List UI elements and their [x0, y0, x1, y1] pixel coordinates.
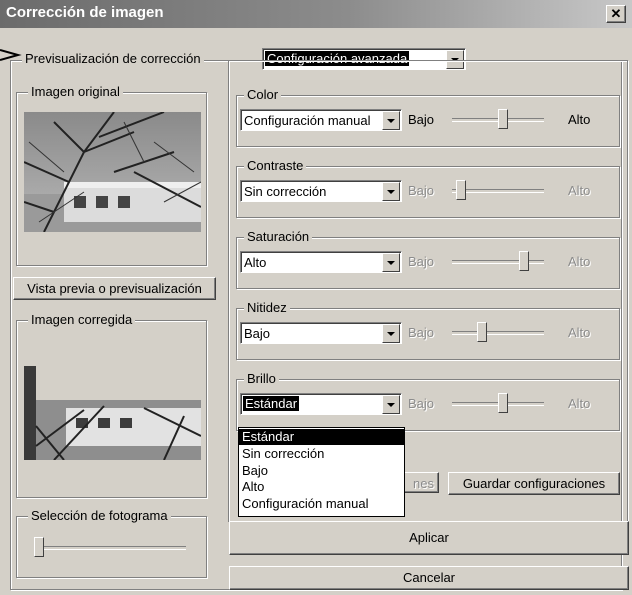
contraste-select[interactable]: Sin corrección — [240, 180, 402, 202]
brillo-group-label: Brillo — [244, 371, 279, 386]
nitidez-select-value: Bajo — [244, 326, 271, 341]
saturacion-high-label: Alto — [568, 254, 591, 269]
corrected-image-thumbnail — [24, 366, 201, 460]
nitidez-slider-track[interactable] — [452, 331, 544, 335]
chevron-down-icon[interactable] — [382, 253, 400, 272]
color-low-label: Bajo — [408, 112, 435, 127]
close-button[interactable]: ✕ — [606, 5, 626, 23]
frame-slider-track[interactable] — [34, 546, 186, 550]
title-bar[interactable]: Corrección de imagen ✕ — [0, 0, 632, 28]
brillo-select[interactable]: Estándar — [240, 393, 402, 415]
contraste-slider-thumb[interactable] — [456, 180, 466, 200]
saturacion-group-label: Saturación — [244, 229, 313, 244]
frame-selection-label: Selección de fotograma — [28, 508, 171, 523]
dropdown-option[interactable]: Bajo — [239, 463, 404, 479]
contraste-low-label: Bajo — [408, 183, 435, 198]
dropdown-option[interactable]: Sin corrección — [239, 446, 404, 462]
dropdown-option[interactable]: Alto — [239, 479, 404, 495]
brillo-select-value: Estándar — [243, 396, 300, 411]
image-correction-window: Corrección de imagen ✕ Previsualización … — [0, 0, 632, 595]
saturacion-slider-track[interactable] — [452, 260, 544, 264]
color-select-value: Configuración manual — [244, 113, 371, 128]
chevron-down-icon[interactable] — [382, 182, 400, 201]
preview-group-label: Previsualización de corrección — [22, 51, 204, 66]
chevron-down-icon[interactable] — [382, 324, 400, 343]
window-title: Corrección de imagen — [6, 4, 164, 21]
corrected-photo — [24, 366, 201, 460]
frame-slider-thumb[interactable] — [34, 537, 44, 557]
original-image-thumbnail — [24, 112, 201, 232]
original-image-label: Imagen original — [28, 84, 123, 99]
contraste-group-label: Contraste — [244, 158, 307, 173]
brillo-low-label: Bajo — [408, 396, 435, 411]
apply-button[interactable]: Aplicar — [229, 521, 629, 555]
contraste-select-value: Sin corrección — [244, 184, 327, 199]
corrected-image-label: Imagen corregida — [28, 312, 136, 327]
nitidez-high-label: Alto — [568, 325, 591, 340]
save-settings-button[interactable]: Guardar configuraciones — [448, 472, 620, 495]
brillo-slider-thumb[interactable] — [498, 393, 508, 413]
dropdown-option[interactable]: Estándar — [239, 429, 404, 445]
brillo-high-label: Alto — [568, 396, 591, 411]
nitidez-low-label: Bajo — [408, 325, 435, 340]
cancel-button[interactable]: Cancelar — [229, 566, 629, 590]
nitidez-slider-thumb[interactable] — [477, 322, 487, 342]
saturacion-low-label: Bajo — [408, 254, 435, 269]
nitidez-group-label: Nitidez — [244, 300, 290, 315]
color-select[interactable]: Configuración manual — [240, 109, 402, 131]
color-group-label: Color — [244, 87, 282, 102]
saturacion-select[interactable]: Alto — [240, 251, 402, 273]
preview-button[interactable]: Vista previa o previsualización — [13, 277, 216, 300]
chevron-down-icon[interactable] — [382, 111, 400, 130]
close-icon: ✕ — [610, 6, 622, 21]
color-high-label: Alto — [568, 112, 591, 127]
color-slider-thumb[interactable] — [498, 109, 508, 129]
dropdown-option[interactable]: Configuración manual — [239, 496, 404, 512]
chevron-down-icon[interactable] — [382, 395, 400, 414]
nitidez-select[interactable]: Bajo — [240, 322, 402, 344]
brightness-dropdown-list[interactable]: Estándar Sin corrección Bajo Alto Configurac… — [238, 427, 405, 517]
contraste-high-label: Alto — [568, 183, 591, 198]
saturacion-select-value: Alto — [244, 255, 267, 270]
original-photo — [24, 112, 201, 232]
saturacion-slider-thumb[interactable] — [519, 251, 529, 271]
